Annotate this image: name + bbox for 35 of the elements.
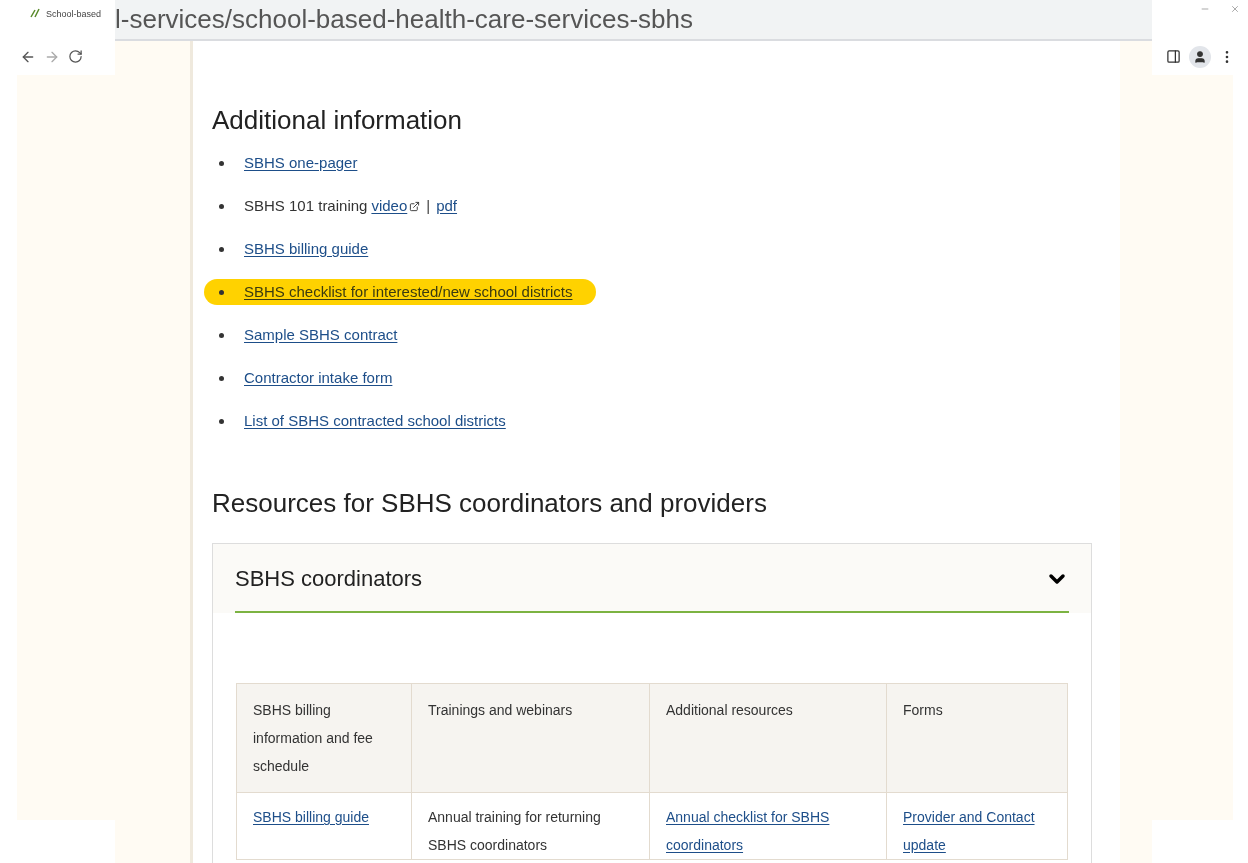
bullet-icon: [219, 289, 224, 295]
leaf-icon: [30, 8, 42, 18]
bullet-icon: [219, 375, 224, 381]
link[interactable]: SBHS one-pager: [244, 151, 358, 175]
bullet-icon: [219, 418, 224, 424]
section-heading: Additional information: [212, 104, 464, 137]
table-cell: Annual training for returning SBHS coordinators: [411, 792, 650, 860]
table-link[interactable]: Provider and Contact update: [886, 792, 1068, 860]
external-link-icon: [409, 200, 421, 212]
link[interactable]: Contractor intake form: [244, 366, 393, 390]
bullet-icon: [219, 332, 224, 338]
column-header: Trainings and webinars: [411, 683, 650, 793]
column-header: Additional resources: [649, 683, 887, 793]
link[interactable]: Sample SBHS contract: [244, 323, 398, 347]
accordion-header[interactable]: SBHS coordinators: [213, 544, 1091, 613]
link[interactable]: video: [371, 194, 408, 218]
column-header: Forms: [886, 683, 1068, 793]
bullet-icon: [219, 203, 224, 209]
bullet-icon: [219, 246, 224, 252]
tab-title[interactable]: School-based: [46, 8, 102, 22]
separator: |: [426, 195, 431, 216]
column-header: SBHS billing information and fee schedule: [236, 683, 412, 793]
accordion-title: SBHS coordinators: [235, 565, 423, 593]
address-bar[interactable]: l-services/school-based-health-care-services-sbhs: [115, 0, 1152, 41]
bullet-icon: [219, 160, 224, 166]
table-link[interactable]: Annual checklist for SBHS coordinators: [649, 792, 887, 860]
side-panel-icon[interactable]: [1166, 49, 1181, 64]
link[interactable]: SBHS billing guide: [244, 237, 369, 261]
profile-avatar[interactable]: [1189, 45, 1211, 68]
section-heading: Resources for SBHS coordinators and providers: [212, 487, 768, 520]
table-link[interactable]: SBHS billing guide: [236, 792, 412, 860]
link[interactable]: pdf: [436, 194, 458, 218]
item-text: SBHS 101 training: [244, 195, 368, 216]
link[interactable]: List of SBHS contracted school districts: [244, 409, 506, 433]
reload-icon[interactable]: [68, 49, 83, 64]
